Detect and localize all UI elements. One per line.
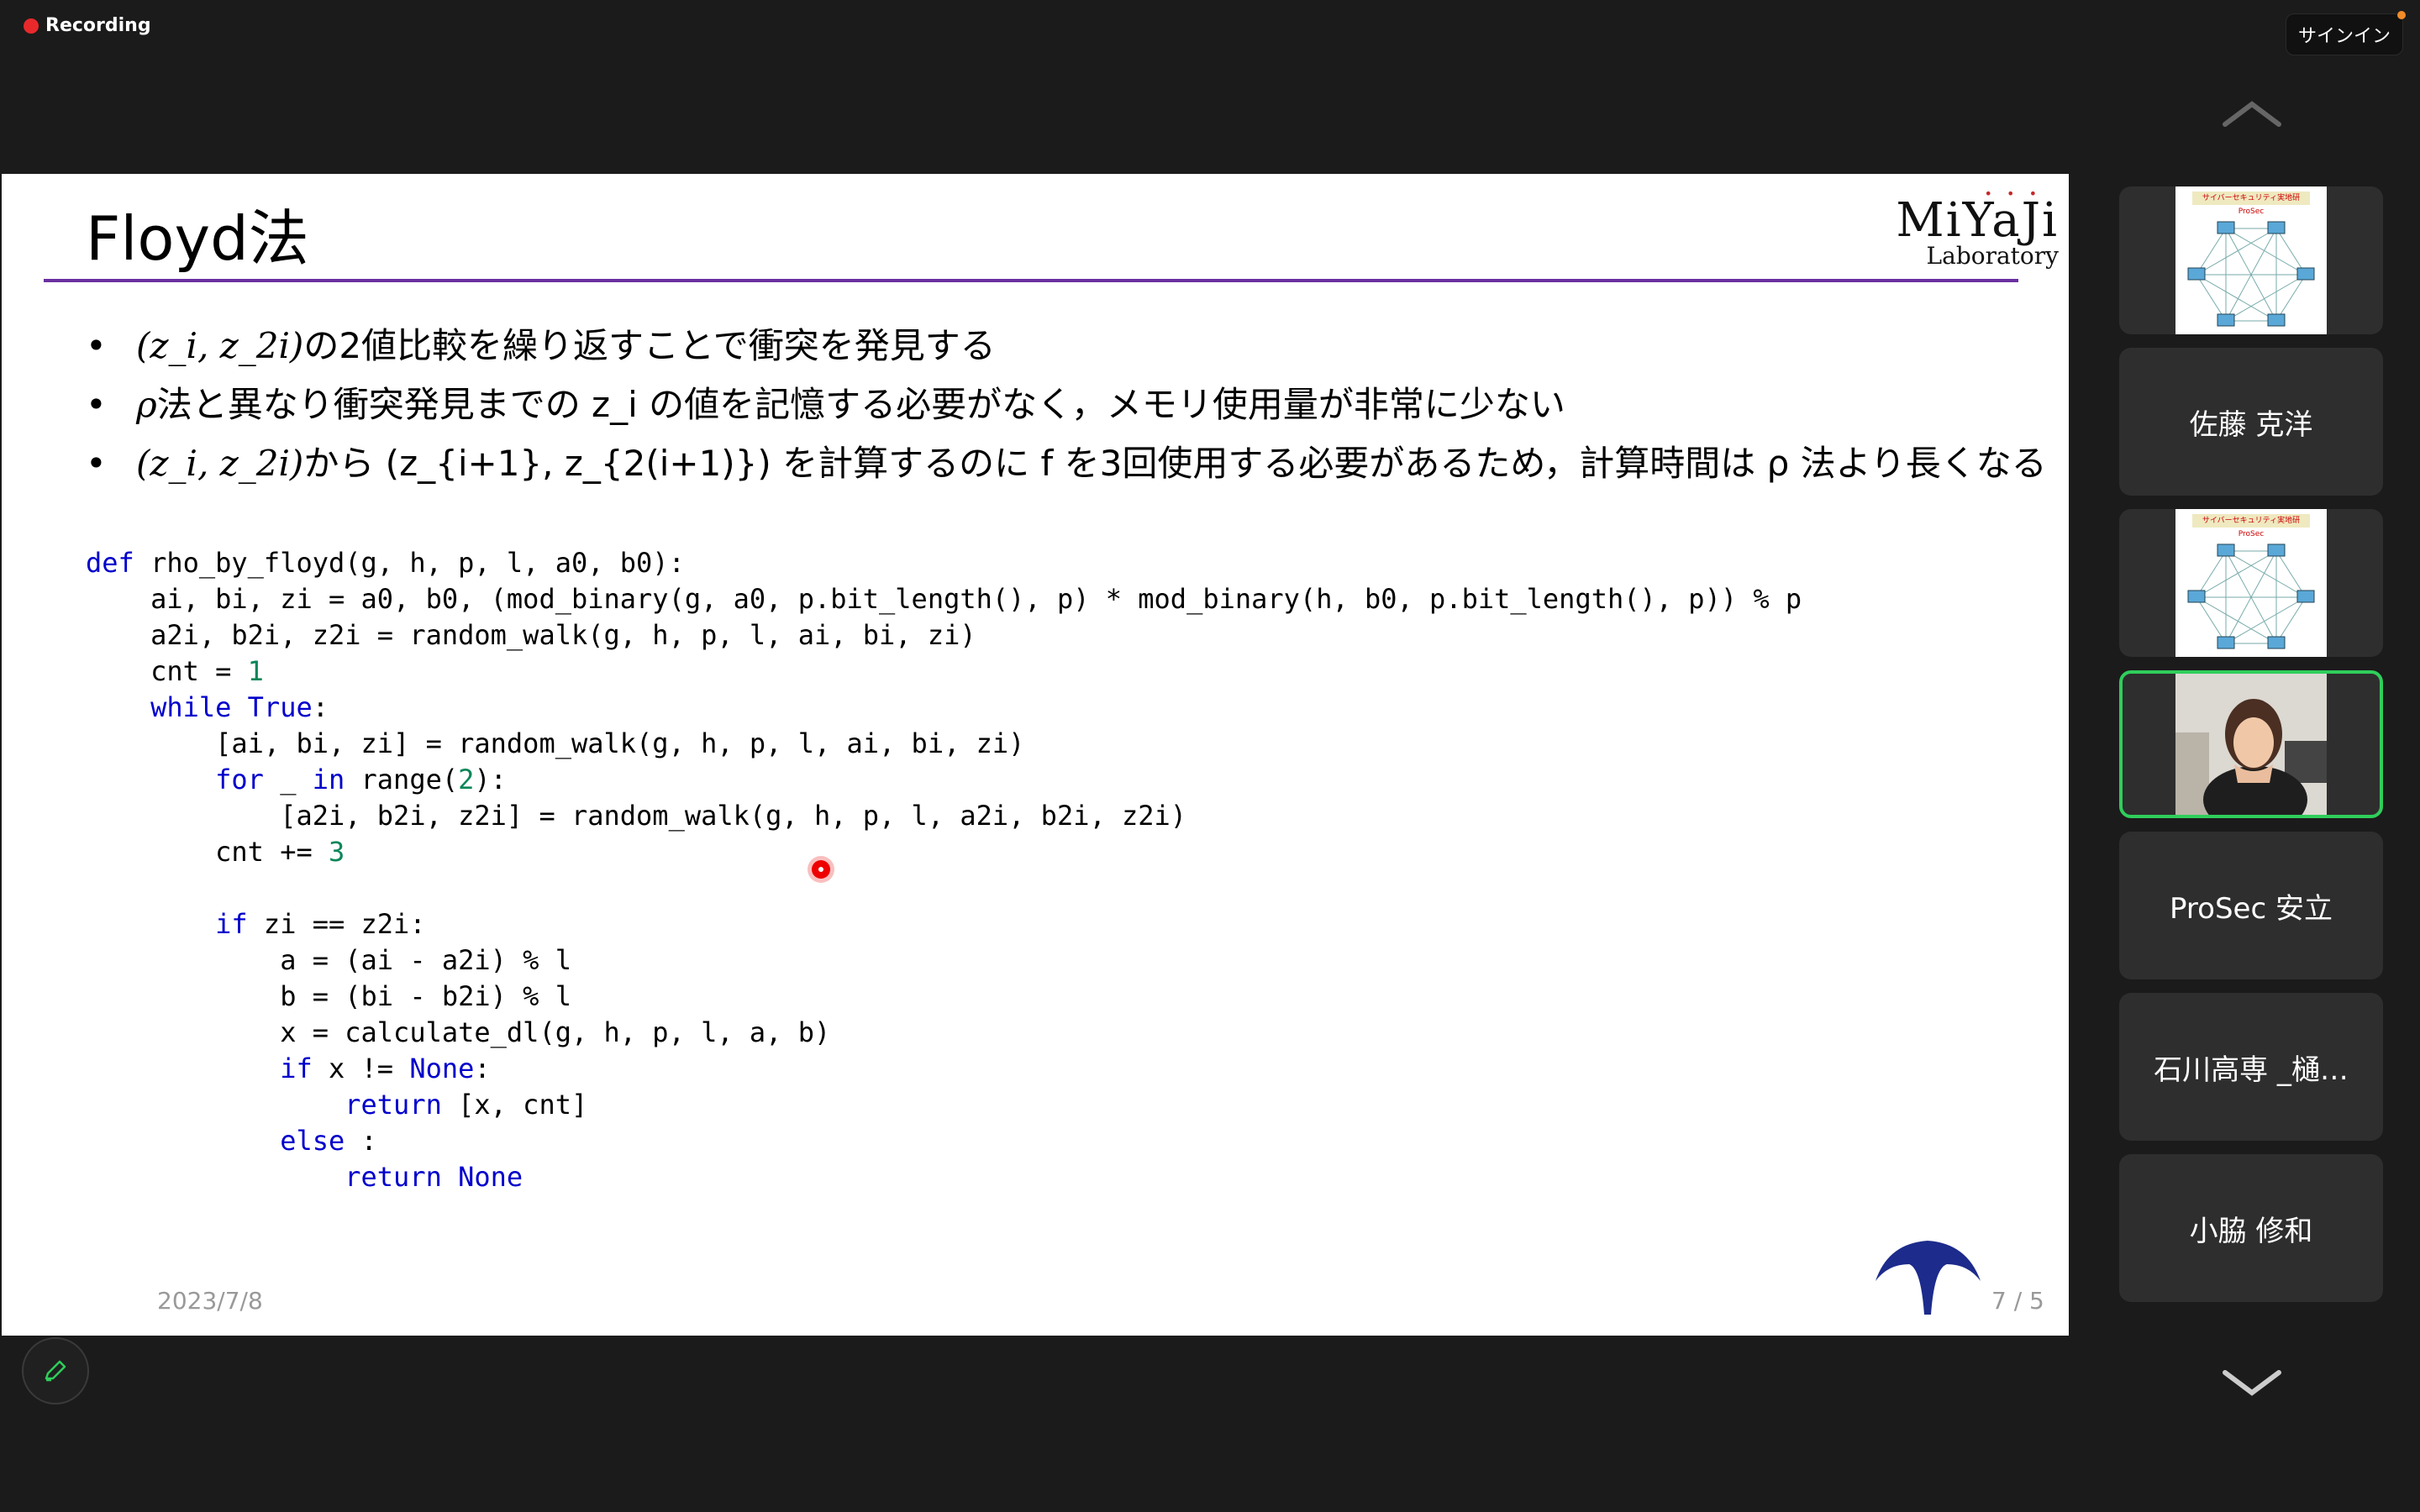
network-diagram-icon [2187,221,2315,327]
participant-name: ProSec 安立 [2170,891,2333,926]
university-logo [1876,1241,1981,1315]
recording-label: Recording [45,15,151,36]
participant-name: 石川高専 _樋… [2154,1053,2349,1087]
bullet-math: (z_i, z_2i) [136,325,304,366]
page-number: 7 / 5 [1991,1287,2044,1315]
code-line: def rho_by_floyd(g, h, p, l, a0, b0): [86,547,685,579]
annotate-button[interactable] [22,1337,89,1404]
code-line: a = (ai - a2i) % l [86,944,571,976]
chevron-down-icon [2223,1370,2281,1396]
participant-tile[interactable]: サイバーセキュリティ実地研 ProSec [2119,186,2383,334]
code-line: x = calculate_dl(g, h, p, l, a, b) [86,1016,831,1048]
pencil-icon [45,1360,66,1382]
code-line: while True: [150,691,329,723]
participant-tile[interactable]: 石川高専 _樋… [2119,993,2383,1141]
participant-tile[interactable]: ProSec 安立 [2119,832,2383,979]
chevron-up-icon [2223,101,2281,127]
bullet-item: • ρ 法と異なり衝突発見までの z_i の値を記憶する必要がなく，メモリ使用量… [86,375,2047,434]
code-line: if zi == z2i: [215,908,426,940]
participant-tile[interactable]: サイバーセキュリティ実地研 ProSec [2119,509,2383,657]
participant-tile-active-speaker[interactable] [2119,670,2383,818]
bullet-math: (z_i, z_2i) [136,443,304,484]
gallery-scroll-up-button[interactable] [2218,92,2286,138]
logo-dots: • • • [1984,186,2042,202]
code-line: ai, bi, zi = a0, b0, (mod_binary(g, a0, … [86,583,1802,615]
code-line: cnt += 3 [86,836,345,868]
bullet-item: • (z_i, z_2i) から (z_{i+1}, z_{2(i+1)}) を… [86,434,2047,493]
code-line: b = (bi - b2i) % l [86,980,571,1012]
lab-logo: • • • MiYaJi Laboratory [1882,186,2059,281]
laser-pointer [812,860,830,879]
participant-name: 佐藤 克洋 [2189,407,2313,442]
person-video-icon [2175,674,2327,815]
logo-line2: Laboratory [1926,242,2059,270]
bullet-list: • (z_i, z_2i) の2値比較を繰り返すことで衝突を発見する • ρ 法… [86,317,2047,493]
network-diagram-icon [2187,543,2315,649]
code-block: def rho_by_floyd(g, h, p, l, a0, b0): ai… [86,545,1802,1195]
code-line: cnt = 1 [86,655,264,687]
code-line: [ai, bi, zi] = random_walk(g, h, p, l, a… [86,727,1025,759]
participant-slide-thumb: サイバーセキュリティ実地研 ProSec [2175,186,2327,334]
participant-tile[interactable]: 佐藤 克洋 [2119,348,2383,496]
code-line: [a2i, b2i, z2i] = random_walk(g, h, p, l… [86,800,1187,832]
code-line: else : [280,1125,377,1157]
bullet-dot: • [86,443,107,484]
notification-dot-icon [2397,11,2406,19]
shared-slide: Floyd法 • • • MiYaJi Laboratory • (z_i, z… [2,174,2069,1336]
signin-button[interactable]: サインイン [2285,11,2406,55]
code-line: a2i, b2i, z2i = random_walk(g, h, p, l, … [86,619,976,651]
bullet-text: の2値比較を繰り返すことで衝突を発見する [303,325,996,366]
logo-line1: MiYaJi [1896,193,2059,248]
slide-title: Floyd法 [86,203,309,274]
signin-label: サインイン [2297,26,2391,47]
bullet-text: から (z_{i+1}, z_{2(i+1)}) を計算するのに f を3回使用… [303,443,2047,484]
code-line: return None [345,1161,523,1193]
recording-indicator: Recording [24,15,151,36]
bullet-item: • (z_i, z_2i) の2値比較を繰り返すことで衝突を発見する [86,317,2047,375]
participant-tile[interactable]: 小脇 修和 [2119,1154,2383,1302]
slide-date: 2023/7/8 [157,1287,263,1315]
code-line: for _ in range(2): [215,764,507,795]
participant-video [2175,674,2327,815]
code-line: return [x, cnt] [345,1089,588,1121]
participant-name: 小脇 修和 [2189,1214,2313,1248]
participant-slide-thumb: サイバーセキュリティ実地研 ProSec [2175,509,2327,657]
title-rule [44,279,2018,282]
code-line: if x != None: [280,1053,491,1084]
bullet-dot: • [86,325,107,366]
recording-dot-icon [24,18,39,34]
bullet-math: ρ [136,384,157,425]
bullet-dot: • [86,384,107,425]
gallery-scroll-down-button[interactable] [2218,1361,2286,1406]
bullet-text: 法と異なり衝突発見までの z_i の値を記憶する必要がなく，メモリ使用量が非常に… [156,384,1565,425]
